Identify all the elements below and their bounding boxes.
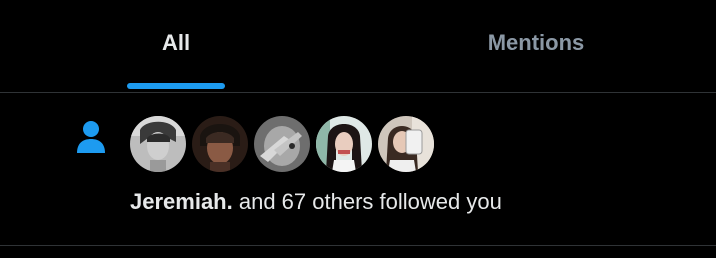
active-tab-indicator	[127, 83, 225, 89]
avatar[interactable]	[192, 116, 248, 172]
notification-tabs: All Mentions	[0, 0, 716, 91]
notification-message: and 67 others followed you	[232, 189, 502, 214]
avatar[interactable]	[316, 116, 372, 172]
person-icon	[76, 120, 106, 154]
user-name-link[interactable]: Jeremiah.	[130, 189, 233, 214]
tab-all-label: All	[161, 29, 191, 55]
tab-all[interactable]: All	[88, 0, 264, 91]
avatar[interactable]	[254, 116, 310, 172]
divider	[0, 245, 716, 246]
notification-text: Jeremiah. and 67 others followed you	[130, 189, 502, 215]
follow-notification[interactable]: Jeremiah. and 67 others followed you	[0, 93, 716, 245]
notifications-screen: All Mentions Jeremiah. and 67 others fol…	[0, 0, 716, 258]
tab-mentions[interactable]: Mentions	[448, 0, 624, 91]
follower-avatars	[130, 116, 434, 172]
avatar[interactable]	[130, 116, 186, 172]
avatar[interactable]	[378, 116, 434, 172]
tab-mentions-label: Mentions	[487, 29, 585, 55]
